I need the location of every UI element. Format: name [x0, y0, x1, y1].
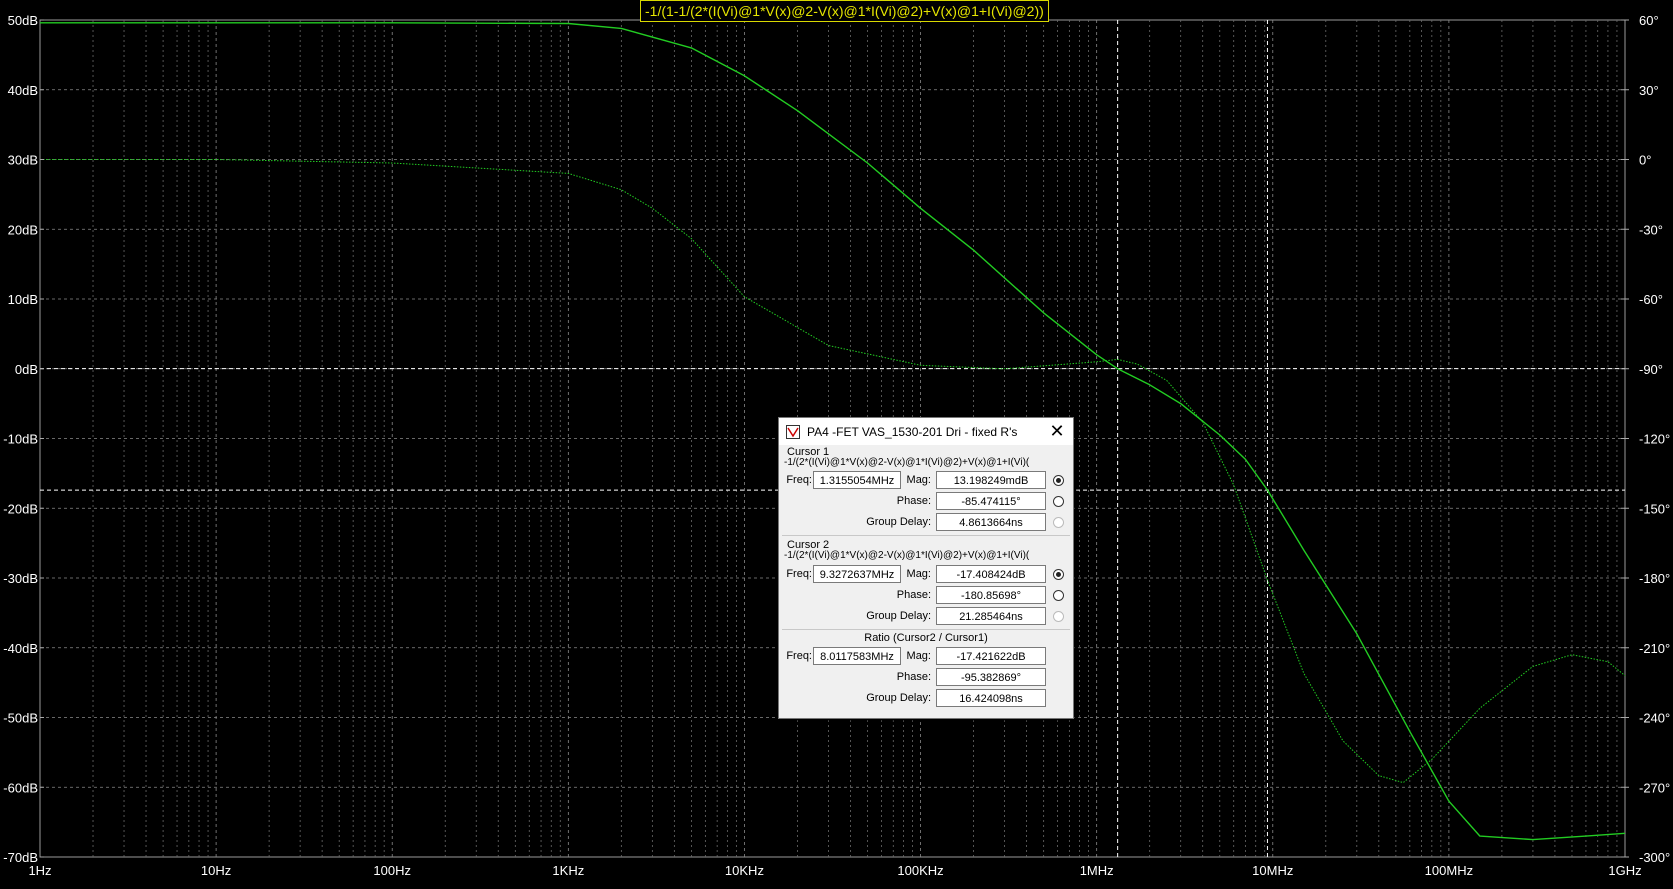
ltspice-logo-icon	[786, 425, 800, 439]
cursor1-gd-radio[interactable]	[1053, 517, 1064, 528]
y-left-tick-label: -10dB	[3, 432, 38, 447]
cursor2-mag-radio[interactable]	[1053, 569, 1064, 580]
cursor2-gd-field[interactable]: 21.285464ns	[936, 607, 1046, 625]
y-right-tick-label: -30°	[1639, 222, 1663, 237]
x-tick-label: 100Hz	[373, 863, 411, 878]
y-right-tick-label: 0°	[1639, 153, 1651, 168]
x-tick-label: 1MHz	[1080, 863, 1114, 878]
y-left-tick-label: -20dB	[3, 501, 38, 516]
cursor2-mag-field[interactable]: -17.408424dB	[936, 565, 1046, 583]
y-right-tick-label: 30°	[1639, 83, 1659, 98]
cursor2-phase-label: Phase:	[896, 589, 931, 601]
y-left-tick-label: -60dB	[3, 780, 38, 795]
cursor1-phase-label: Phase:	[896, 495, 931, 507]
cursor1-gd-label: Group Delay:	[866, 516, 931, 528]
y-right-tick-label: -210°	[1639, 641, 1670, 656]
trace-expression-label[interactable]: -1/(1-1/(2*(I(Vi)@1*V(x)@2-V(x)@1*I(Vi)@…	[640, 0, 1049, 22]
y-right-tick-label: -90°	[1639, 362, 1663, 377]
cursor1-phase-field[interactable]: -85.474115°	[936, 492, 1046, 510]
y-right-axis-ticks: 60° 30° 0° -30° -60° -90° -120° -150° -180° -210°…	[1621, 13, 1670, 865]
ratio-mag-label: Mag:	[906, 650, 931, 662]
y-right-tick-label: 60°	[1639, 13, 1659, 28]
ratio-freq-field[interactable]: 8.0117583MHz	[813, 647, 901, 665]
ratio-phase-field[interactable]: -95.382869°	[936, 668, 1046, 686]
ratio-phase-label: Phase:	[896, 671, 931, 683]
x-tick-label: 1GHz	[1608, 863, 1641, 878]
y-left-tick-label: 20dB	[8, 222, 38, 237]
y-right-tick-label: -240°	[1639, 711, 1670, 726]
cursor2-expression: -1/(2*(I(Vi)@1*V(x)@2-V(x)@1*I(Vi)@2)+V(…	[784, 550, 1030, 561]
close-icon[interactable]: ✕	[1047, 421, 1067, 441]
y-right-tick-label: -120°	[1639, 432, 1670, 447]
x-tick-label: 1Hz	[28, 863, 51, 878]
cursor1-freq-field[interactable]: 1.3155054MHz	[813, 471, 901, 489]
y-right-tick-label: -270°	[1639, 780, 1670, 795]
cursor2-mag-label: Mag:	[906, 568, 931, 580]
cursor1-phase-radio[interactable]	[1053, 496, 1064, 507]
cursor2-freq-field[interactable]: 9.3272637MHz	[813, 565, 901, 583]
x-axis-ticks: 1Hz 10Hz 100Hz 1KHz 10KHz 100KHz 1MHz 10MHz 100M…	[28, 863, 1641, 878]
dialog-title: PA4 -FET VAS_1530-201 Dri - fixed R's	[807, 425, 1018, 439]
y-right-tick-label: -60°	[1639, 292, 1663, 307]
cursor1-mag-field[interactable]: 13.198249mdB	[936, 471, 1046, 489]
cursor2-gd-radio[interactable]	[1053, 611, 1064, 622]
ratio-label: Ratio (Cursor2 / Cursor1)	[864, 632, 988, 644]
cursor1-expression: -1/(2*(I(Vi)@1*V(x)@2-V(x)@1*I(Vi)@2)+V(…	[784, 457, 1030, 468]
y-left-tick-label: 0dB	[15, 362, 38, 377]
ratio-freq-label: Freq:	[786, 650, 812, 662]
y-left-axis-ticks: 50dB 40dB 30dB 20dB 10dB 0dB -10dB -20dB -30dB -4…	[3, 13, 44, 865]
x-tick-label: 100KHz	[897, 863, 943, 878]
separator	[782, 535, 1070, 536]
x-tick-label: 100MHz	[1425, 863, 1473, 878]
ratio-gd-field[interactable]: 16.424098ns	[936, 689, 1046, 707]
y-left-tick-label: 30dB	[8, 153, 38, 168]
y-left-tick-label: -40dB	[3, 641, 38, 656]
cursor2-freq-label: Freq:	[786, 568, 812, 580]
cursor1-freq-label: Freq:	[786, 474, 812, 486]
y-left-tick-label: 40dB	[8, 83, 38, 98]
cursor2-gd-label: Group Delay:	[866, 610, 931, 622]
cursor-dialog[interactable]: PA4 -FET VAS_1530-201 Dri - fixed R's ✕ …	[778, 417, 1074, 719]
x-tick-label: 10KHz	[725, 863, 764, 878]
dialog-titlebar[interactable]: PA4 -FET VAS_1530-201 Dri - fixed R's ✕	[779, 418, 1073, 445]
cursor2-phase-field[interactable]: -180.85698°	[936, 586, 1046, 604]
y-left-tick-label: 50dB	[8, 13, 38, 28]
x-tick-label: 1KHz	[552, 863, 584, 878]
y-right-tick-label: -180°	[1639, 571, 1670, 586]
cursor2-phase-radio[interactable]	[1053, 590, 1064, 601]
y-left-tick-label: -50dB	[3, 711, 38, 726]
ratio-mag-field[interactable]: -17.421622dB	[936, 647, 1046, 665]
x-tick-label: 10MHz	[1252, 863, 1293, 878]
ratio-gd-label: Group Delay:	[866, 692, 931, 704]
cursor1-mag-label: Mag:	[906, 474, 931, 486]
x-tick-label: 10Hz	[201, 863, 231, 878]
y-left-tick-label: 10dB	[8, 292, 38, 307]
separator	[782, 629, 1070, 630]
cursor1-mag-radio[interactable]	[1053, 475, 1064, 486]
y-right-tick-label: -300°	[1639, 850, 1670, 865]
cursor1-gd-field[interactable]: 4.8613664ns	[936, 513, 1046, 531]
y-left-tick-label: -30dB	[3, 571, 38, 586]
y-right-tick-label: -150°	[1639, 501, 1670, 516]
y-left-tick-label: -70dB	[3, 850, 38, 865]
